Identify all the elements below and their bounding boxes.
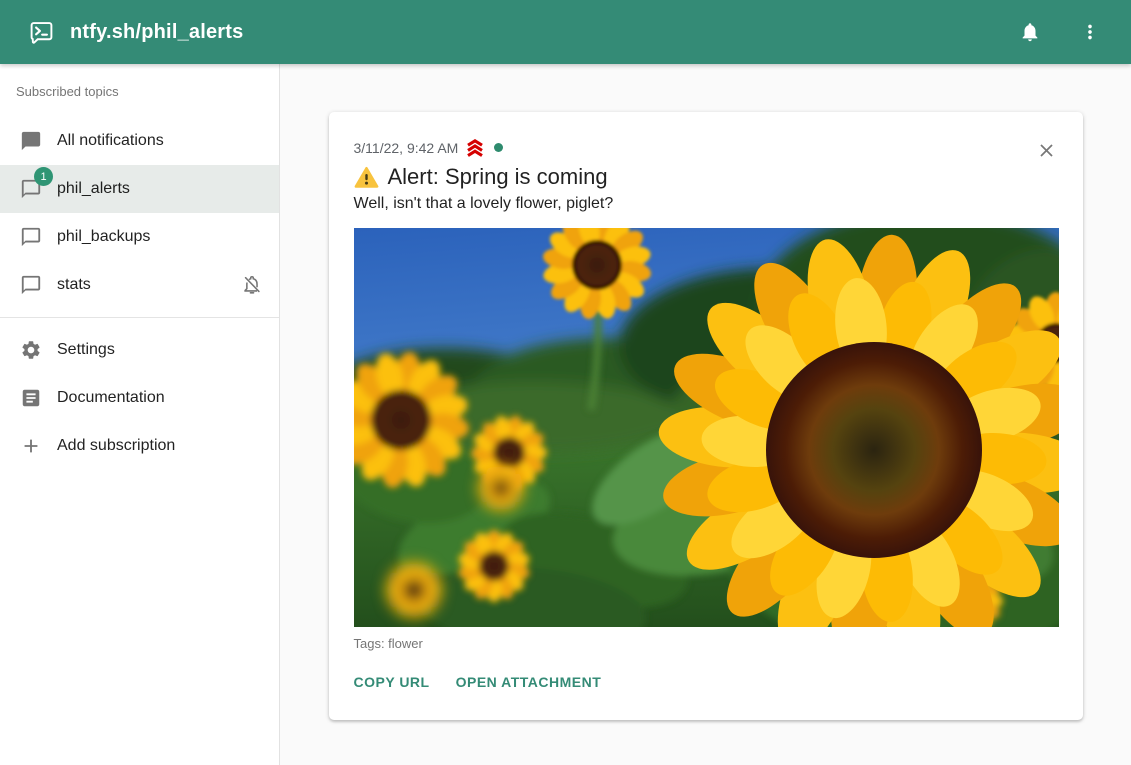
card-actions: COPY URL OPEN ATTACHMENT	[354, 674, 1059, 690]
tags-label: Tags: flower	[354, 636, 1059, 651]
topic-label: stats	[57, 276, 227, 294]
chat-outline-icon: 1	[19, 177, 43, 201]
sidebar-item-phil-alerts[interactable]: 1 phil_alerts	[0, 165, 279, 213]
action-label: Add subscription	[57, 437, 263, 455]
topic-label: All notifications	[57, 132, 263, 150]
topic-list: All notifications 1 phil_alerts	[0, 117, 279, 309]
notification-body: Well, isn't that a lovely flower, piglet…	[354, 195, 1059, 213]
chat-outline-icon	[19, 225, 43, 249]
copy-url-button[interactable]: COPY URL	[354, 674, 430, 690]
warning-triangle-icon	[354, 165, 379, 190]
plus-icon	[19, 434, 43, 458]
sidebar-subheader: Subscribed topics	[0, 84, 279, 99]
app-bar: ntfy.sh/phil_alerts	[0, 0, 1131, 64]
sidebar-item-settings[interactable]: Settings	[0, 326, 279, 374]
action-label: Settings	[57, 341, 263, 359]
chat-filled-icon	[19, 129, 43, 153]
app-root: ntfy.sh/phil_alerts Subscribed topics	[0, 0, 1131, 765]
timestamp: 3/11/22, 9:42 AM	[354, 140, 459, 156]
new-indicator-dot	[494, 143, 503, 152]
notification-card: 3/11/22, 9:42 AM	[329, 112, 1083, 720]
sidebar-divider	[0, 317, 279, 318]
unread-count-badge: 1	[34, 167, 53, 186]
gear-icon	[19, 338, 43, 362]
sidebar-actions: Settings Documentation	[0, 326, 279, 470]
topic-label: phil_backups	[57, 228, 263, 246]
main-area: 3/11/22, 9:42 AM	[280, 64, 1131, 765]
notification-title-row: Alert: Spring is coming	[354, 164, 1059, 190]
page-title: ntfy.sh/phil_alerts	[70, 21, 243, 44]
priority-max-icon	[465, 138, 485, 157]
notifications-bell-icon[interactable]	[1015, 17, 1045, 47]
topic-label: phil_alerts	[57, 180, 263, 198]
sidebar-item-documentation[interactable]: Documentation	[0, 374, 279, 422]
bell-off-icon	[241, 274, 263, 296]
sidebar-item-add-subscription[interactable]: Add subscription	[0, 422, 279, 470]
ntfy-logo-icon	[28, 19, 55, 46]
article-icon	[19, 386, 43, 410]
sidebar-item-all-notifications[interactable]: All notifications	[0, 117, 279, 165]
overflow-menu-icon[interactable]	[1075, 17, 1105, 47]
sidebar-item-stats[interactable]: stats	[0, 261, 279, 309]
sidebar-item-phil-backups[interactable]: phil_backups	[0, 213, 279, 261]
action-label: Documentation	[57, 389, 263, 407]
notification-meta: 3/11/22, 9:42 AM	[354, 138, 1059, 157]
app-bar-right	[1015, 17, 1105, 47]
close-icon[interactable]	[1032, 136, 1061, 168]
sidebar: Subscribed topics All notifications	[0, 64, 280, 765]
notification-title: Alert: Spring is coming	[388, 164, 608, 190]
open-attachment-button[interactable]: OPEN ATTACHMENT	[456, 674, 602, 690]
content-area: Subscribed topics All notifications	[0, 64, 1131, 765]
chat-outline-icon	[19, 273, 43, 297]
attachment-image[interactable]	[354, 228, 1059, 627]
app-bar-left: ntfy.sh/phil_alerts	[28, 19, 243, 46]
